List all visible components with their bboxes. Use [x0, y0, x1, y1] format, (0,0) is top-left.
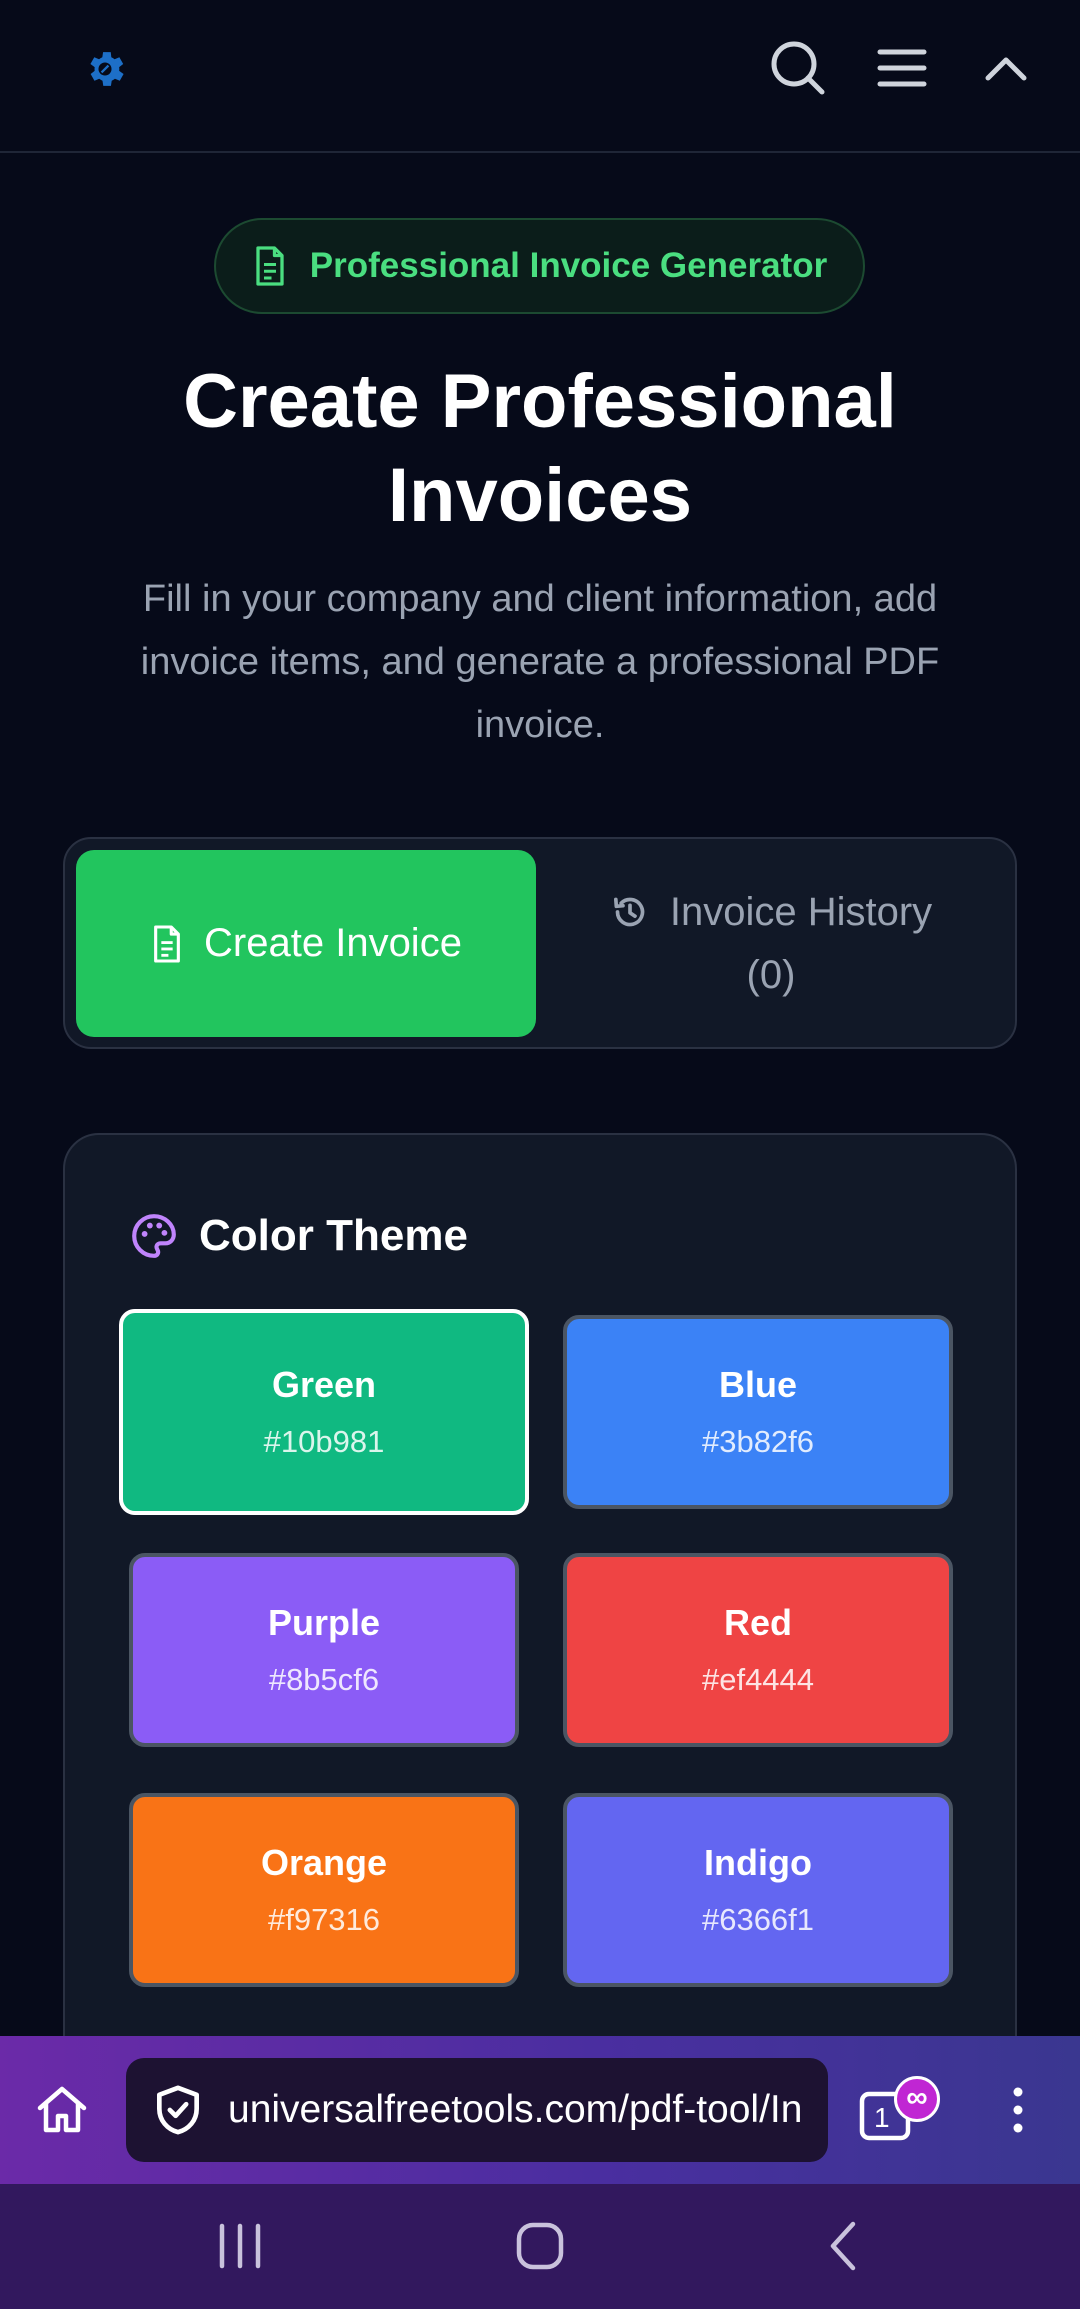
- theme-option-purple[interactable]: Purple #8b5cf6: [129, 1553, 519, 1747]
- tab-create-invoice-label: Create Invoice: [204, 921, 462, 965]
- invoice-tabs: Create Invoice Invoice History (0): [63, 837, 1017, 1049]
- theme-option-blue[interactable]: Blue #3b82f6: [563, 1315, 953, 1509]
- theme-option-hex: #6366f1: [701, 1902, 815, 1937]
- tab-invoice-history[interactable]: Invoice History (0): [536, 850, 1006, 1037]
- theme-option-hex: #f97316: [267, 1902, 381, 1937]
- infinity-badge: ∞: [894, 2076, 940, 2122]
- history-icon: [613, 897, 645, 927]
- tab-count: 1: [874, 2102, 890, 2133]
- theme-option-name: Blue: [718, 1364, 797, 1405]
- theme-option-indigo[interactable]: Indigo #6366f1: [563, 1793, 953, 1987]
- theme-option-name: Purple: [267, 1602, 381, 1643]
- theme-option-green[interactable]: Green #10b981: [119, 1309, 529, 1515]
- more-options-icon[interactable]: [998, 2080, 1038, 2140]
- page-title: Create Professional Invoices: [90, 355, 990, 543]
- browser-toolbar: universalfreetools.com/pdf-tool/In 1 ∞: [0, 2036, 1080, 2184]
- theme-option-hex: #8b5cf6: [268, 1662, 380, 1697]
- badge-label: Professional Invoice Generator: [309, 246, 828, 285]
- color-theme-header: Color Theme: [129, 1211, 468, 1261]
- theme-option-hex: #ef4444: [701, 1662, 815, 1697]
- system-navigation-bar: [0, 2184, 1080, 2309]
- recent-apps-icon[interactable]: [210, 2216, 270, 2276]
- chevron-up-icon[interactable]: [976, 38, 1036, 98]
- color-theme-card: Color Theme Green #10b981 Blue #3b82f6 P…: [63, 1133, 1017, 2133]
- page-subtitle: Fill in your company and client informat…: [80, 568, 1000, 757]
- theme-option-red[interactable]: Red #ef4444: [563, 1553, 953, 1747]
- theme-option-name: Red: [723, 1602, 792, 1643]
- url-text: universalfreetools.com/pdf-tool/In: [228, 2088, 803, 2131]
- tab-create-invoice[interactable]: Create Invoice: [76, 850, 536, 1037]
- page-title-line-2: Invoices: [387, 453, 693, 538]
- document-icon: [154, 924, 180, 963]
- generator-badge: Professional Invoice Generator: [214, 218, 865, 314]
- theme-option-name: Green: [271, 1364, 377, 1405]
- gear-icon[interactable]: [82, 46, 128, 92]
- theme-option-orange[interactable]: Orange #f97316: [129, 1793, 519, 1987]
- document-icon: [256, 246, 284, 286]
- top-bar: [0, 0, 1080, 153]
- shield-check-icon: [157, 2085, 200, 2135]
- subtitle-line-3: invoice.: [475, 704, 605, 746]
- tabs-switcher-button[interactable]: 1 ∞: [858, 2076, 940, 2146]
- search-icon[interactable]: [768, 38, 828, 98]
- invoice-history-count: (0): [746, 952, 796, 997]
- theme-option-hex: #3b82f6: [701, 1424, 815, 1459]
- theme-option-hex: #10b981: [263, 1424, 385, 1459]
- hamburger-menu-icon[interactable]: [872, 38, 932, 98]
- address-bar[interactable]: universalfreetools.com/pdf-tool/In: [126, 2058, 828, 2162]
- color-theme-title: Color Theme: [199, 1211, 468, 1260]
- home-nav-icon[interactable]: [510, 2216, 570, 2276]
- theme-option-name: Orange: [260, 1842, 388, 1883]
- tab-invoice-history-label: Invoice History: [669, 889, 933, 934]
- palette-icon: [132, 1214, 176, 1258]
- back-icon[interactable]: [815, 2216, 875, 2276]
- subtitle-line-1: Fill in your company and client informat…: [142, 578, 938, 620]
- home-icon[interactable]: [32, 2080, 92, 2140]
- theme-option-name: Indigo: [704, 1842, 812, 1883]
- page-title-line-1: Create Professional: [183, 359, 897, 444]
- subtitle-line-2: invoice items, and generate a profession…: [140, 641, 940, 683]
